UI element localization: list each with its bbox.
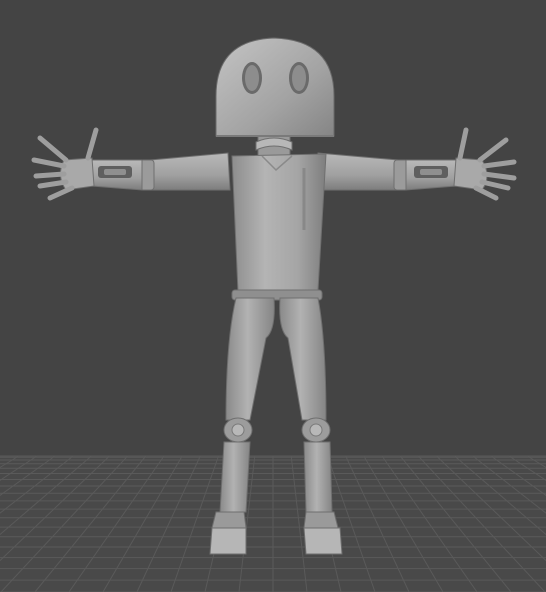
right-knee-joint: [309, 423, 323, 437]
head-dome[interactable]: [215, 37, 335, 137]
right-forearm-slot-inner: [420, 169, 442, 175]
right-arm[interactable]: [315, 127, 517, 201]
left-foot[interactable]: [209, 527, 247, 555]
right-shin[interactable]: [303, 441, 333, 513]
torso[interactable]: [231, 153, 327, 293]
right-thigh[interactable]: [279, 297, 327, 421]
ground-grid: [0, 455, 546, 592]
right-ankle[interactable]: [303, 511, 339, 529]
left-forearm-slot-inner: [104, 169, 126, 175]
left-arm[interactable]: [31, 127, 231, 201]
scene-canvas[interactable]: [0, 0, 546, 592]
head[interactable]: [215, 37, 335, 137]
left-upper-arm[interactable]: [149, 152, 231, 191]
left-knee-joint: [231, 423, 245, 437]
left-shin[interactable]: [219, 441, 251, 513]
right-eye-inner: [292, 65, 306, 91]
right-upper-arm[interactable]: [315, 152, 399, 191]
3d-viewport[interactable]: [0, 0, 546, 592]
left-thigh[interactable]: [225, 297, 275, 421]
left-eye-inner: [245, 65, 259, 91]
left-ankle[interactable]: [211, 511, 247, 529]
torso-body[interactable]: [231, 153, 327, 293]
right-foot[interactable]: [303, 527, 343, 555]
